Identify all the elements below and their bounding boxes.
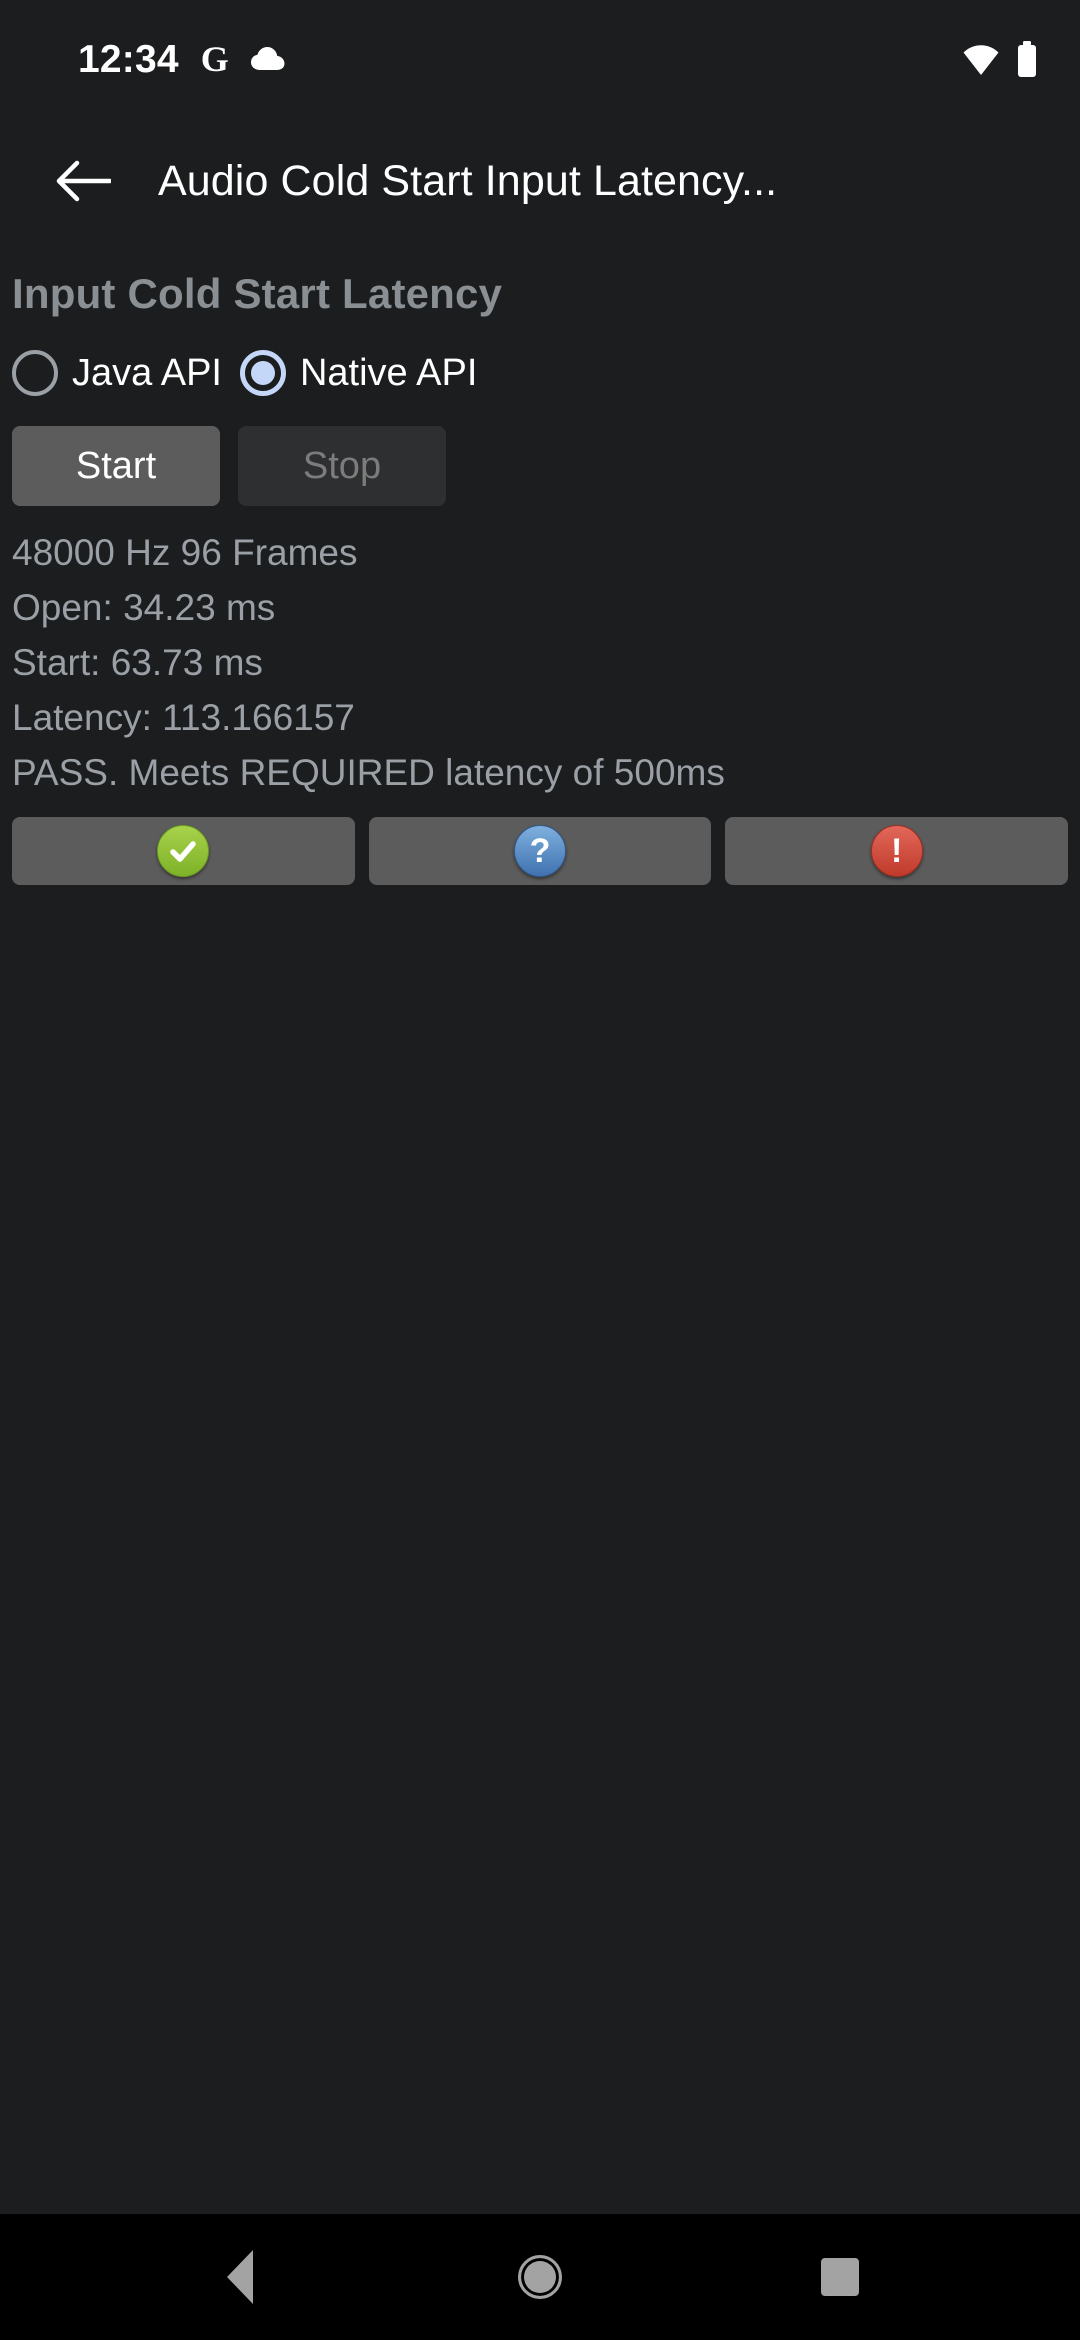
api-radio-group: Java API Native API [12,342,1068,404]
radio-option-java-api[interactable]: Java API [12,342,222,404]
unknown-button[interactable]: ? [368,817,712,885]
status-bar: 12:34 G [0,0,1080,118]
radio-label-native-api: Native API [299,351,478,394]
result-line-open: Open: 34.23 ms [12,587,276,628]
result-line-latency: Latency: 113.166157 [12,697,355,738]
radio-selected-icon[interactable] [239,350,286,396]
phone-screen: 12:34 G Audio Cold Start Input Latency..… [0,0,1080,2340]
cloud-icon [250,46,285,72]
result-line-start: Start: 63.73 ms [12,642,263,683]
radio-label-java-api: Java API [72,351,222,394]
status-clock: 12:34 [78,37,179,81]
status-bar-right [963,41,1038,77]
pass-button[interactable] [12,817,355,885]
system-navigation-bar [0,2214,1080,2340]
exclamation-circle-icon: ! [870,825,923,877]
result-output: 48000 Hz 96 Frames Open: 34.23 ms Start:… [12,534,1068,791]
result-line-verdict: PASS. Meets REQUIRED latency of 500ms [12,752,725,793]
question-circle-icon: ? [514,825,566,877]
check-circle-icon [157,825,210,877]
nav-recents-icon[interactable] [765,2214,915,2340]
page-title: Audio Cold Start Input Latency... [158,156,778,205]
result-line-format: 48000 Hz 96 Frames [12,532,358,573]
status-bar-left: 12:34 G [78,40,285,79]
app-bar: Audio Cold Start Input Latency... [0,118,1080,244]
google-g-icon: G [200,39,229,79]
battery-icon [1016,41,1038,77]
wifi-icon [963,42,999,76]
radio-unselected-icon[interactable] [12,350,58,396]
section-heading: Input Cold Start Latency [12,270,503,317]
verdict-button-row: ? ! [12,817,1069,885]
start-button[interactable]: Start [12,426,220,506]
main-content: Input Cold Start Latency Java API Native… [0,244,1080,2214]
nav-home-icon[interactable] [465,2214,615,2340]
transport-controls: Start Stop [12,426,1068,506]
radio-option-native-api[interactable]: Native API [239,342,478,404]
back-arrow-icon[interactable] [46,144,120,218]
stop-button: Stop [238,426,446,506]
fail-button[interactable]: ! [725,817,1069,885]
nav-back-icon[interactable] [165,2214,315,2340]
